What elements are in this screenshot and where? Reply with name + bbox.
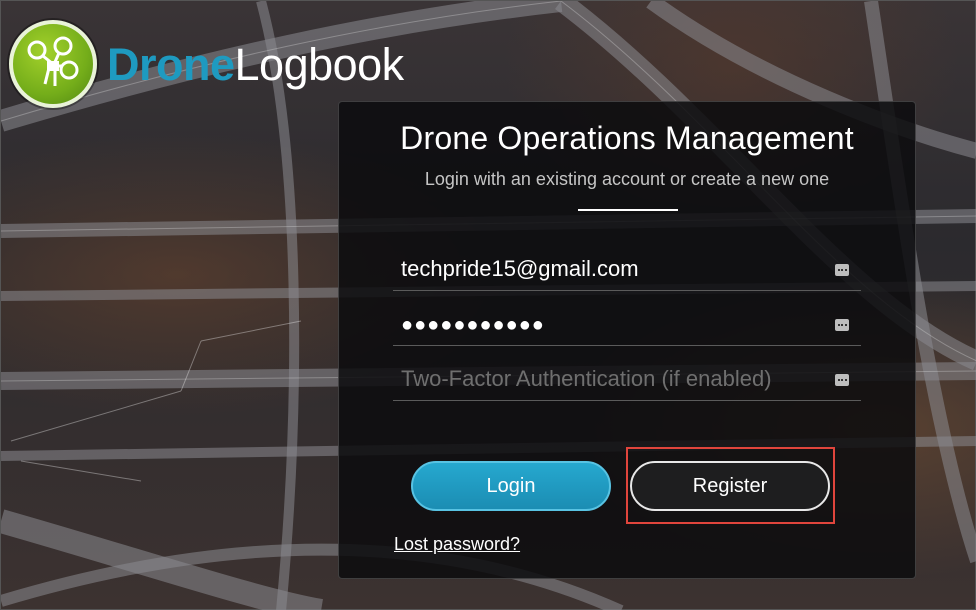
login-button[interactable]: Login: [411, 461, 611, 511]
brand-name-part2: Logbook: [234, 38, 405, 90]
password-value: ●●●●●●●●●●●: [401, 314, 545, 336]
lost-password-link[interactable]: Lost password?: [394, 534, 520, 555]
ellipsis-icon[interactable]: [835, 374, 849, 386]
page-title: Drone Operations Management: [400, 120, 854, 156]
login-panel: Drone Operations Management Login with a…: [338, 101, 916, 579]
email-field[interactable]: techpride15@gmail.com: [393, 247, 861, 291]
drone-icon: [9, 20, 97, 108]
app-logo: DroneLogbook: [9, 20, 404, 108]
password-field[interactable]: ●●●●●●●●●●●: [393, 302, 861, 346]
brand-name: DroneLogbook: [107, 42, 404, 87]
two-factor-placeholder: Two-Factor Authentication (if enabled): [401, 366, 772, 391]
page-subtitle: Login with an existing account or create…: [424, 169, 830, 189]
brand-name-part1: Drone: [107, 38, 235, 90]
two-factor-field[interactable]: Two-Factor Authentication (if enabled): [393, 357, 861, 401]
title-divider: [578, 209, 678, 211]
ellipsis-icon[interactable]: [835, 264, 849, 276]
ellipsis-icon[interactable]: [835, 319, 849, 331]
email-value: techpride15@gmail.com: [401, 256, 639, 281]
register-button[interactable]: Register: [630, 461, 830, 511]
